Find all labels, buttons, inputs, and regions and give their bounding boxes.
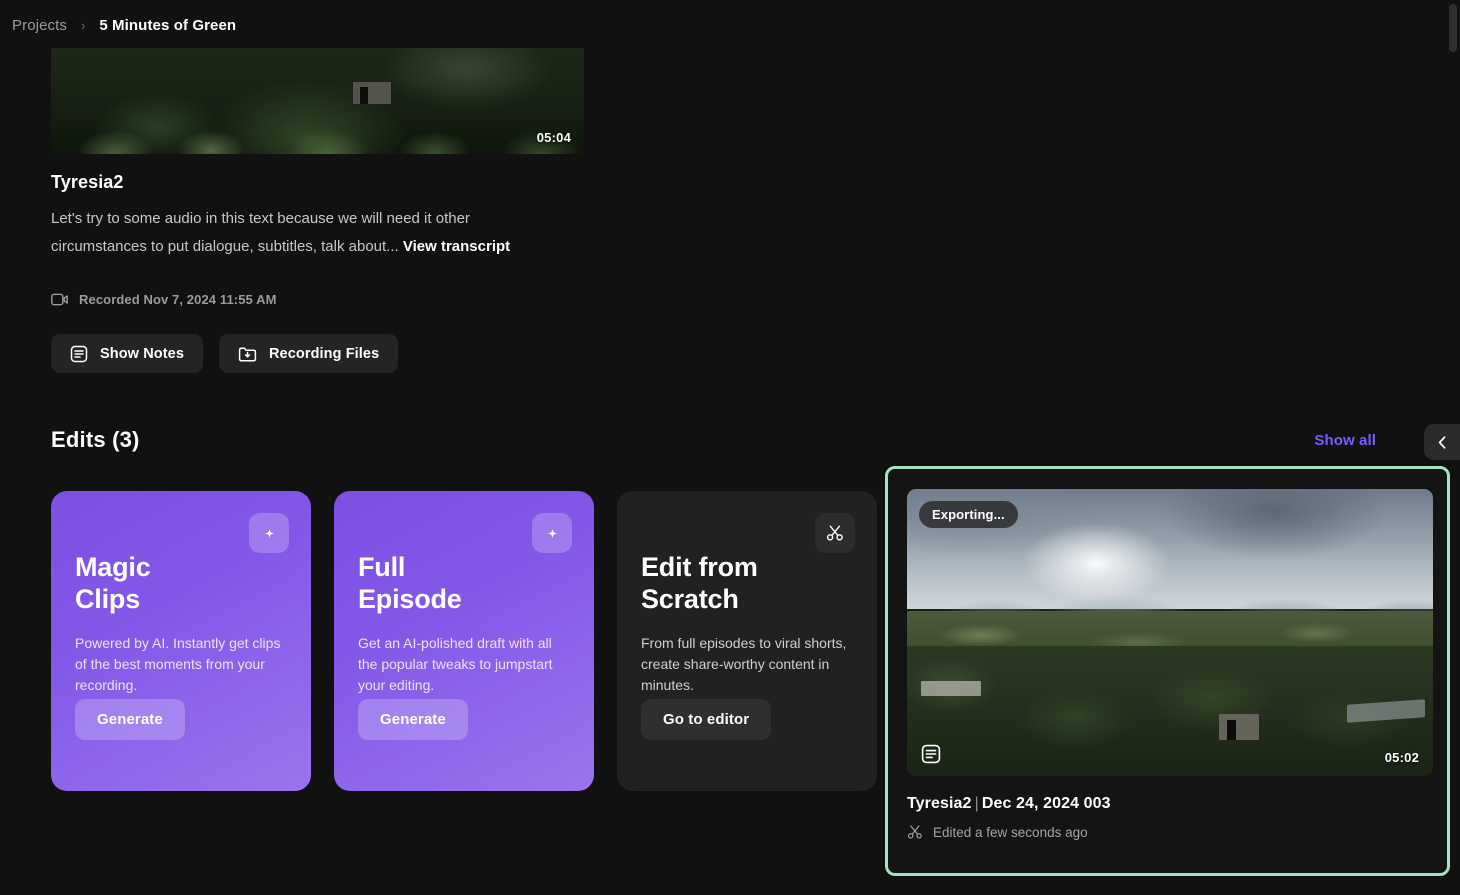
video-camera-icon (51, 293, 68, 306)
recording-duration: 05:04 (536, 130, 571, 145)
go-to-editor-button[interactable]: Go to editor (641, 699, 772, 740)
recording-thumbnail-building (353, 82, 391, 104)
recording-files-button[interactable]: Recording Files (218, 334, 399, 373)
breadcrumb: Projects › 5 Minutes of Green (12, 17, 236, 34)
recording-description: Let's try to some audio in this text bec… (51, 205, 529, 261)
recording-timestamp: Recorded Nov 7, 2024 11:55 AM (51, 292, 277, 307)
breadcrumb-projects-link[interactable]: Projects (12, 17, 67, 34)
full-episode-title: Full Episode (358, 552, 462, 614)
magic-clips-title: Magic Clips (75, 552, 151, 614)
view-transcript-link[interactable]: View transcript (403, 238, 510, 255)
sparkle-icon (532, 513, 572, 553)
edit-title-suffix: Dec 24, 2024 003 (981, 795, 1111, 812)
edit-thumbnail-hut (1219, 714, 1259, 740)
edit-thumbnail[interactable]: Exporting... 05:02 (907, 489, 1433, 776)
full-episode-generate-button[interactable]: Generate (358, 699, 468, 740)
page-scrollbar-thumb[interactable] (1449, 4, 1457, 52)
breadcrumb-current-project: 5 Minutes of Green (99, 17, 237, 34)
recording-thumbnail[interactable]: 05:04 (51, 48, 584, 154)
show-notes-button[interactable]: Show Notes (51, 334, 203, 373)
edit-title-separator: | (974, 795, 979, 812)
notes-icon[interactable] (921, 744, 941, 764)
edit-last-modified-label: Edited a few seconds ago (933, 824, 1088, 840)
recording-thumbnail-foliage (51, 82, 584, 154)
show-all-edits-link[interactable]: Show all (1314, 432, 1376, 449)
magic-clips-description: Powered by AI. Instantly get clips of th… (75, 635, 281, 693)
notes-icon (70, 345, 88, 363)
edit-from-scratch-card[interactable]: Edit from Scratch From full episodes to … (617, 491, 877, 791)
show-notes-label: Show Notes (100, 345, 184, 362)
breadcrumb-separator-icon: › (81, 18, 86, 33)
edit-from-scratch-title: Edit from Scratch (641, 552, 758, 614)
magic-clips-card[interactable]: Magic Clips Powered by AI. Instantly get… (51, 491, 311, 791)
full-episode-card[interactable]: Full Episode Get an AI-polished draft wi… (334, 491, 594, 791)
recording-title: Tyresia2 (51, 172, 124, 192)
sparkle-icon (249, 513, 289, 553)
folder-download-icon (238, 345, 257, 363)
edits-carousel-prev-button[interactable] (1424, 424, 1460, 460)
recording-timestamp-label: Recorded Nov 7, 2024 11:55 AM (79, 292, 277, 307)
chevron-left-icon (1436, 435, 1449, 450)
edit-last-modified: Edited a few seconds ago (907, 824, 1428, 840)
scissors-icon (907, 824, 923, 840)
magic-clips-generate-button[interactable]: Generate (75, 699, 185, 740)
edit-title: Tyresia2 | Dec 24, 2024 003 (907, 795, 1428, 813)
exporting-edit-card[interactable]: Exporting... 05:02 Tyresia2 | Dec 24, 2024… (885, 466, 1450, 876)
scissors-icon (815, 513, 855, 553)
edit-from-scratch-description: From full episodes to viral shorts, crea… (641, 635, 847, 693)
status-badge: Exporting... (919, 501, 1018, 528)
edits-section-heading: Edits (3) (51, 427, 140, 452)
edit-title-name: Tyresia2 (907, 795, 972, 812)
full-episode-description: Get an AI-polished draft with all the po… (358, 635, 553, 693)
recording-files-label: Recording Files (268, 345, 380, 362)
edit-duration: 05:02 (1384, 750, 1419, 765)
recording-action-bar: Show Notes Recording Files (51, 334, 399, 373)
edit-thumbnail-building-left (921, 681, 981, 696)
